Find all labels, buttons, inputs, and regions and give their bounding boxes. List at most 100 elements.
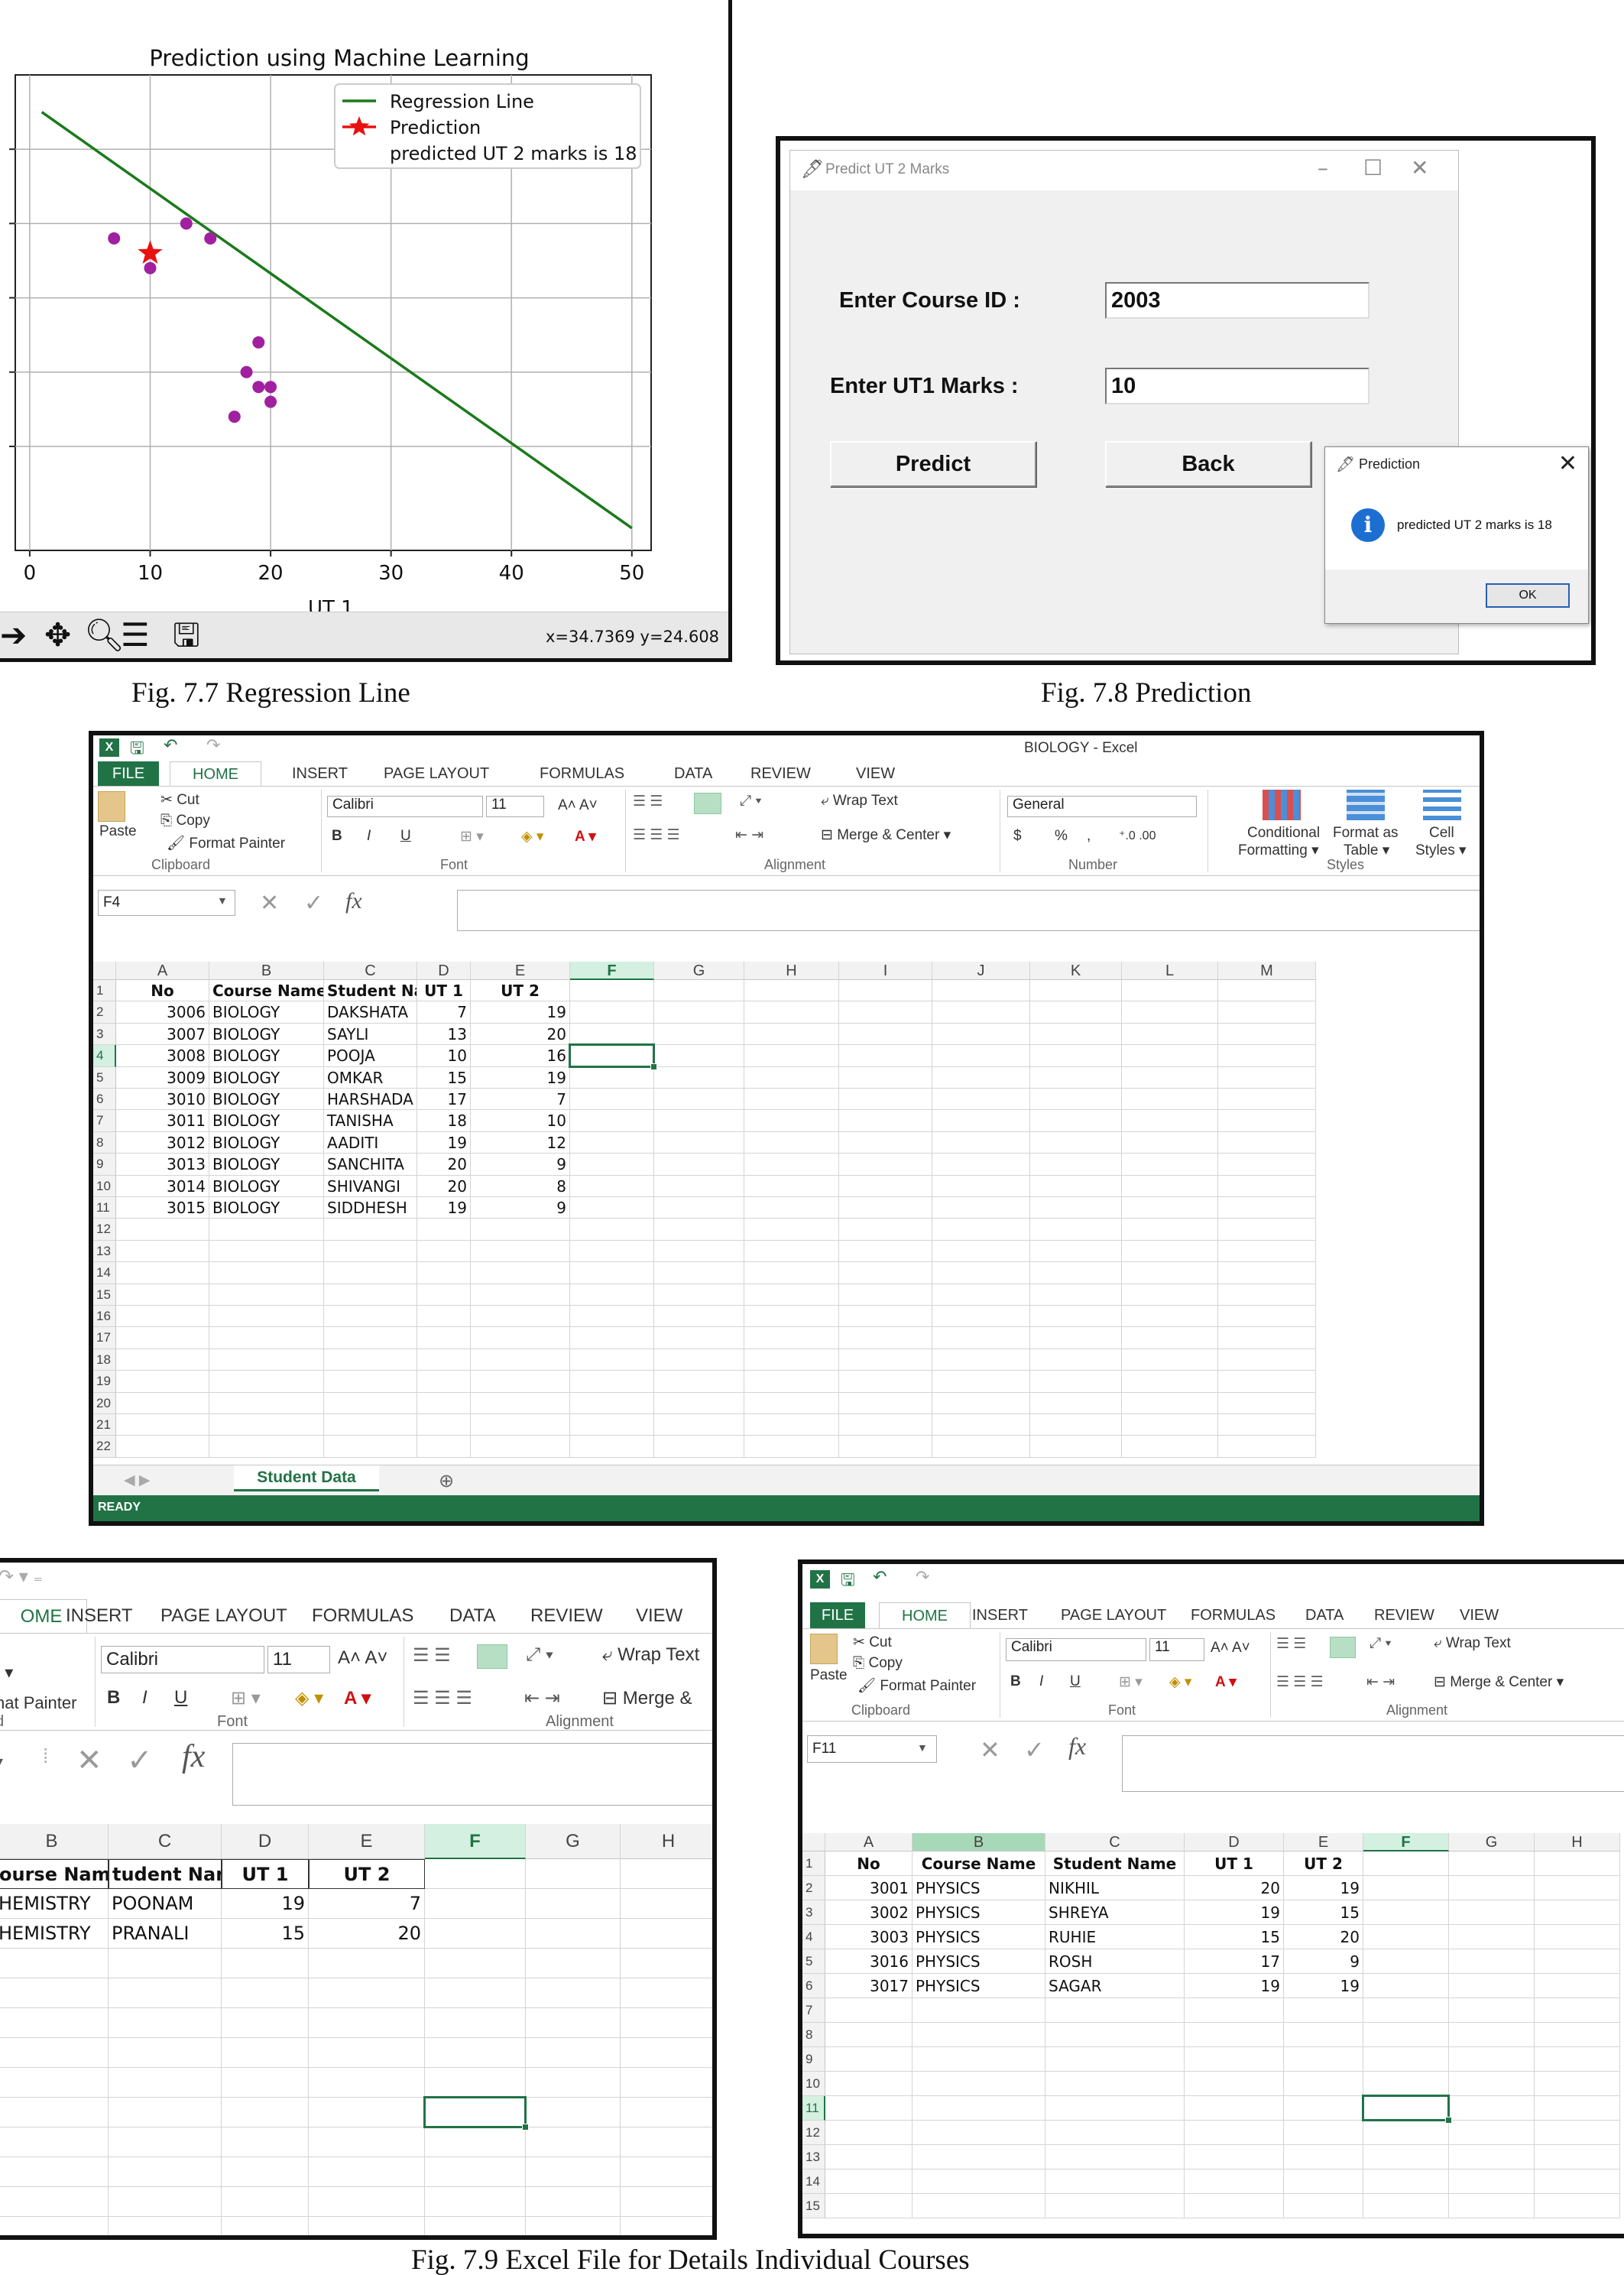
cut-button[interactable]: ✂ Cut <box>160 791 199 809</box>
cell[interactable] <box>209 1219 324 1241</box>
align-bottom-icon[interactable] <box>694 793 721 814</box>
worksheet-grid[interactable]: BCDEFGHourse Nametudent NamUT 1UT 2 HEMIS… <box>0 1824 712 2235</box>
row-header[interactable]: 2 <box>93 1001 116 1024</box>
column-header-d[interactable]: D <box>417 962 471 980</box>
table-cell[interactable]: POONAM <box>109 1889 222 1919</box>
cell[interactable] <box>570 1306 654 1328</box>
cell[interactable] <box>825 2023 912 2047</box>
cell[interactable] <box>526 2008 621 2038</box>
table-cell[interactable]: HEMISTRY <box>0 1919 109 1949</box>
cancel-icon[interactable]: ✕ <box>76 1743 102 1778</box>
table-cell[interactable]: PHYSICS <box>912 1900 1045 1925</box>
cell[interactable] <box>839 1045 932 1067</box>
cell[interactable] <box>744 1240 839 1263</box>
cell[interactable] <box>526 2098 621 2127</box>
tab-review[interactable]: REVIEW <box>750 761 811 786</box>
tab-home[interactable]: HOME <box>879 1602 971 1628</box>
cell[interactable] <box>471 1436 570 1458</box>
align-left-icon[interactable]: ☰ ☰ ☰ <box>633 826 680 844</box>
cell[interactable] <box>654 1348 744 1371</box>
cell[interactable] <box>471 1414 570 1436</box>
row-header[interactable]: 6 <box>802 1974 825 1998</box>
cell[interactable] <box>654 980 744 1002</box>
row-header[interactable]: 4 <box>802 1925 825 1949</box>
bold-button[interactable]: B <box>332 828 342 845</box>
tab-formulas[interactable]: FORMULAS <box>1191 1602 1276 1628</box>
cell[interactable] <box>425 1859 526 1889</box>
cell[interactable] <box>0 2038 109 2068</box>
table-header-cell[interactable]: Student Name <box>1045 1851 1185 1876</box>
cell[interactable] <box>654 1110 744 1132</box>
cell[interactable] <box>1218 1175 1316 1197</box>
cell[interactable] <box>116 1327 209 1349</box>
cell[interactable] <box>1535 2047 1620 2072</box>
cell[interactable] <box>471 1306 570 1328</box>
table-cell[interactable]: SAYLI <box>324 1023 417 1046</box>
merge-button[interactable]: ⊟ Merge & <box>602 1687 692 1709</box>
cell[interactable] <box>932 1371 1030 1393</box>
cell[interactable] <box>744 1131 839 1154</box>
cell[interactable] <box>116 1436 209 1458</box>
tab-page-layout[interactable]: PAGE LAYOUT <box>384 761 489 786</box>
table-cell[interactable]: OMKAR <box>324 1066 417 1089</box>
cell[interactable] <box>1122 1197 1218 1219</box>
cell[interactable] <box>839 1001 932 1024</box>
table-cell[interactable]: 3006 <box>116 1001 209 1024</box>
cell[interactable] <box>932 1327 1030 1349</box>
table-cell[interactable]: 17 <box>417 1089 471 1111</box>
font-name-select[interactable]: Calibri <box>1006 1638 1146 1661</box>
cell[interactable] <box>1218 1066 1316 1089</box>
enter-icon[interactable]: ✓ <box>127 1743 153 1778</box>
cell[interactable] <box>526 2187 621 2217</box>
table-cell[interactable]: BIOLOGY <box>209 1197 324 1219</box>
cell[interactable] <box>1449 1998 1535 2023</box>
column-header-e[interactable]: E <box>1284 1833 1363 1851</box>
column-header-a[interactable]: A <box>825 1833 912 1851</box>
table-cell[interactable]: PHYSICS <box>912 1925 1045 1949</box>
cell[interactable] <box>1122 1262 1218 1284</box>
cell[interactable] <box>744 1110 839 1132</box>
cell[interactable] <box>1122 1414 1218 1436</box>
cell[interactable] <box>621 2008 712 2038</box>
cell[interactable] <box>116 1414 209 1436</box>
cell[interactable] <box>209 1414 324 1436</box>
cell[interactable] <box>1284 2194 1363 2218</box>
cell[interactable] <box>0 2068 109 2098</box>
cell[interactable] <box>839 1392 932 1414</box>
cell[interactable] <box>425 1978 526 2008</box>
cell[interactable] <box>1535 2194 1620 2218</box>
table-cell[interactable]: 7 <box>309 1889 425 1919</box>
row-header[interactable]: 8 <box>93 1131 116 1154</box>
cell[interactable] <box>1030 1327 1122 1349</box>
cell[interactable] <box>417 1327 471 1349</box>
cell[interactable] <box>1030 1089 1122 1111</box>
cell[interactable] <box>570 1327 654 1349</box>
cell[interactable] <box>209 1327 324 1349</box>
column-header-l[interactable]: L <box>1122 962 1218 980</box>
cell[interactable] <box>654 1197 744 1219</box>
cell[interactable] <box>309 2098 425 2127</box>
table-cell[interactable]: 3013 <box>116 1154 209 1176</box>
row-header[interactable]: 19 <box>93 1371 116 1393</box>
enter-icon[interactable]: ✓ <box>1024 1735 1045 1764</box>
selected-cell[interactable] <box>1362 2095 1452 2124</box>
cell[interactable] <box>839 1175 932 1197</box>
table-header-cell[interactable]: No <box>825 1851 912 1876</box>
cell[interactable] <box>526 1919 621 1949</box>
table-cell[interactable]: PRANALI <box>109 1919 222 1949</box>
cell[interactable] <box>839 1110 932 1132</box>
column-header-b[interactable]: B <box>0 1824 109 1859</box>
cell[interactable] <box>1030 1414 1122 1436</box>
cell[interactable] <box>744 1089 839 1111</box>
cell[interactable] <box>1030 1392 1122 1414</box>
cell[interactable] <box>417 1436 471 1458</box>
table-cell[interactable]: BIOLOGY <box>209 1066 324 1089</box>
tab-data[interactable]: DATA <box>674 761 712 786</box>
row-header[interactable]: 4 <box>93 1045 116 1067</box>
table-cell[interactable]: 19 <box>471 1066 570 1089</box>
fill-color-icon[interactable]: ◈ ▾ <box>295 1687 323 1709</box>
cell[interactable] <box>309 2157 425 2187</box>
cell[interactable] <box>1535 2023 1620 2047</box>
row-header[interactable]: 7 <box>93 1110 116 1132</box>
font-size-select[interactable]: 11 <box>267 1646 330 1673</box>
